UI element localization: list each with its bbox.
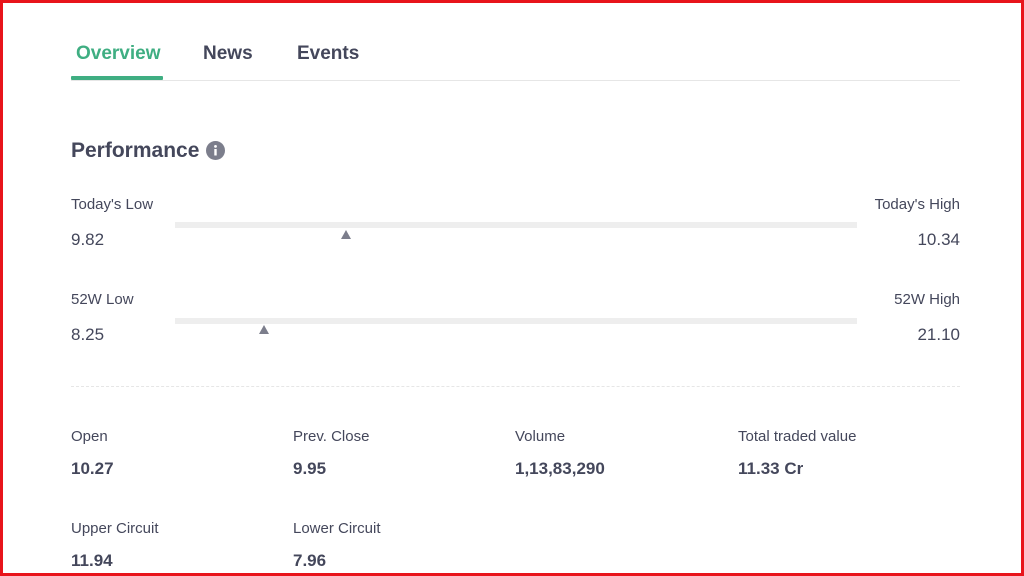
week52-low-label: 52W Low [71, 291, 134, 308]
active-tab-indicator [71, 76, 163, 80]
stat-prev-close-label: Prev. Close [293, 428, 370, 445]
todays-low-value: 9.82 [71, 230, 105, 249]
tab-bar: Overview News Events [71, 31, 960, 81]
stat-prev-close-value: 9.95 [293, 459, 327, 478]
stat-open-value: 10.27 [71, 459, 114, 478]
tab-overview[interactable]: Overview [76, 43, 161, 65]
stat-upper-circuit-label: Upper Circuit [71, 520, 159, 537]
stat-lower-circuit-value: 7.96 [293, 551, 327, 570]
info-icon[interactable] [206, 141, 225, 160]
tab-news[interactable]: News [203, 43, 253, 65]
todays-price-marker-icon [340, 230, 351, 239]
stat-total-traded-value-value: 11.33 Cr [738, 459, 804, 478]
stat-lower-circuit-label: Lower Circuit [293, 520, 381, 537]
stat-open-label: Open [71, 428, 108, 445]
week52-high-value: 21.10 [917, 325, 960, 344]
week52-high-label: 52W High [894, 291, 960, 308]
stat-upper-circuit-value: 11.94 [71, 551, 113, 570]
week52-low-value: 8.25 [71, 325, 105, 344]
todays-range-track [175, 222, 857, 239]
section-divider [71, 386, 960, 387]
week52-price-marker-icon [258, 325, 269, 334]
tab-events[interactable]: Events [297, 43, 359, 65]
screenshot-frame: Overview News Events Performance Today's… [0, 0, 1024, 576]
week52-range-track [175, 318, 857, 334]
todays-low-label: Today's Low [71, 196, 154, 213]
todays-high-label: Today's High [874, 196, 960, 213]
stat-total-traded-value-label: Total traded value [738, 428, 857, 445]
performance-title: Performance [71, 139, 200, 162]
todays-high-value: 10.34 [917, 230, 960, 249]
stat-volume-value: 1,13,83,290 [515, 459, 605, 478]
stat-volume-label: Volume [515, 428, 566, 445]
